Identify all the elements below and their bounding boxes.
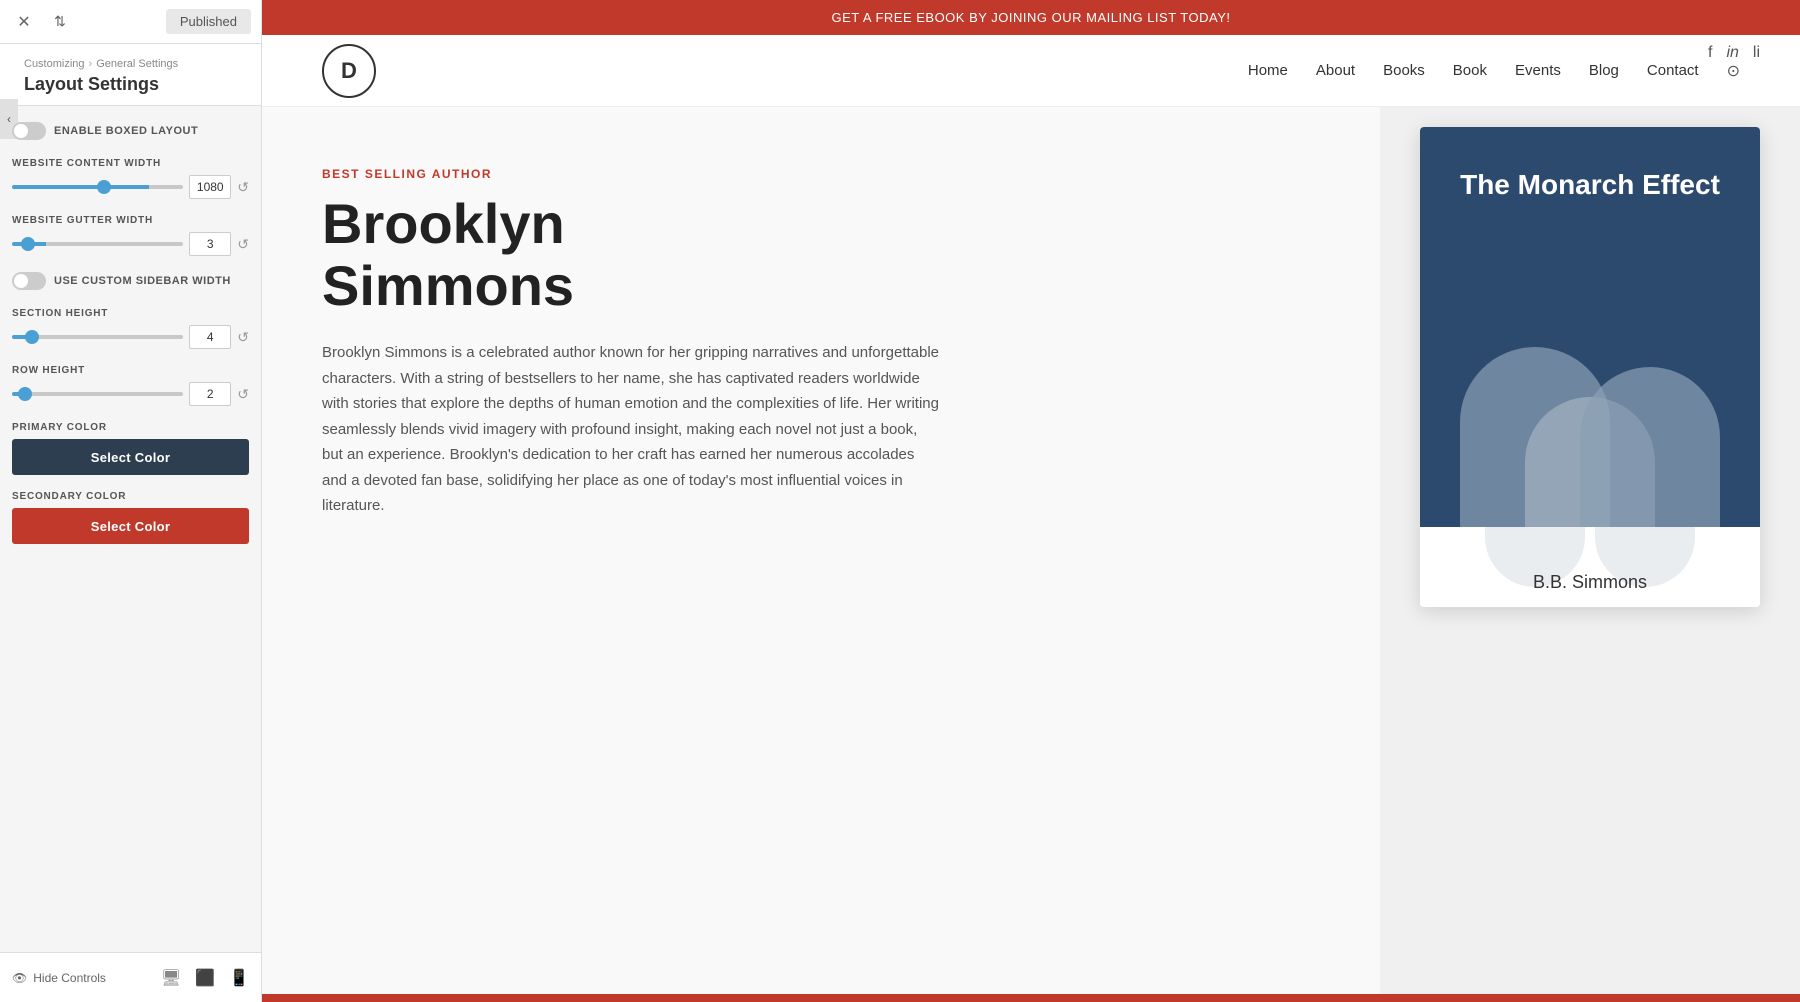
website-content-width-value: 1080 bbox=[189, 175, 231, 199]
hide-controls-button[interactable]: 👁 Hide Controls bbox=[12, 971, 106, 985]
bottom-icons: 🖥 ⬛ 📱 bbox=[161, 968, 249, 988]
site-logo: D bbox=[322, 44, 376, 98]
website-content-width-reset[interactable]: ↺ bbox=[237, 179, 249, 196]
section-height-label: SECTION HEIGHT bbox=[12, 308, 249, 319]
book-author-name: B.B. Simmons bbox=[1533, 572, 1647, 593]
section-height-row: 4 ↺ bbox=[12, 325, 249, 349]
enable-boxed-layout-row: ENABLE BOXED LAYOUT bbox=[12, 122, 249, 140]
row-height-value: 2 bbox=[189, 382, 231, 406]
section-height-value: 4 bbox=[189, 325, 231, 349]
breadcrumb-arrow: › bbox=[89, 58, 93, 70]
website-gutter-width-label: WEBSITE GUTTER WIDTH bbox=[12, 215, 249, 226]
nav-link-blog[interactable]: Blog bbox=[1589, 62, 1619, 79]
book-title: The Monarch Effect bbox=[1460, 167, 1720, 203]
close-button[interactable]: ✕ bbox=[10, 8, 38, 36]
breadcrumb-customizing[interactable]: Customizing bbox=[24, 58, 85, 70]
top-bar-left: ✕ ⇅ bbox=[10, 8, 74, 36]
facebook-icon[interactable]: f bbox=[1708, 44, 1712, 62]
book-bottom: B.B. Simmons bbox=[1420, 527, 1760, 607]
website-content-width-slider[interactable] bbox=[12, 185, 183, 189]
eye-icon: 👁 bbox=[12, 971, 27, 985]
nav-link-events[interactable]: Events bbox=[1515, 62, 1561, 79]
primary-color-section: PRIMARY COLOR Select Color bbox=[12, 422, 249, 475]
website-gutter-width-row: 3 ↺ bbox=[12, 232, 249, 256]
website-gutter-width-value: 3 bbox=[189, 232, 231, 256]
content-left: BEST SELLING AUTHOR BrooklynSimmons Broo… bbox=[262, 107, 1380, 994]
row-height-section: ROW HEIGHT 2 ↺ bbox=[12, 365, 249, 406]
nav-links: Home About Books Book Events Blog Contac… bbox=[1248, 61, 1740, 81]
instagram-icon[interactable]: in bbox=[1726, 44, 1738, 62]
nav-link-books[interactable]: Books bbox=[1383, 62, 1425, 79]
social-icons: f in li bbox=[1708, 44, 1760, 62]
panel-title: Layout Settings bbox=[24, 74, 247, 95]
row-height-row: 2 ↺ bbox=[12, 382, 249, 406]
website-content-width-section: WEBSITE CONTENT WIDTH 1080 ↺ bbox=[12, 158, 249, 199]
content-right: The Monarch Effect B.B. Simmons bbox=[1380, 107, 1800, 994]
row-height-slider[interactable] bbox=[12, 392, 183, 396]
top-bar: ✕ ⇅ Published bbox=[0, 0, 261, 44]
nav-link-book[interactable]: Book bbox=[1453, 62, 1487, 79]
book-card: The Monarch Effect B.B. Simmons bbox=[1420, 127, 1760, 607]
promo-banner: GET A FREE EBOOK BY JOINING OUR MAILING … bbox=[262, 0, 1800, 35]
section-height-slider[interactable] bbox=[12, 335, 183, 339]
row-height-label: ROW HEIGHT bbox=[12, 365, 249, 376]
nav-search-icon[interactable]: ⊙ bbox=[1727, 61, 1740, 81]
website-gutter-width-section: WEBSITE GUTTER WIDTH 3 ↺ bbox=[12, 215, 249, 256]
use-custom-sidebar-width-row: USE CUSTOM SIDEBAR WIDTH bbox=[12, 272, 249, 290]
bottom-bar: 👁 Hide Controls 🖥 ⬛ 📱 bbox=[0, 952, 261, 1002]
breadcrumb-section: ‹ Customizing › General Settings Layout … bbox=[0, 44, 261, 106]
author-bio: Brooklyn Simmons is a celebrated author … bbox=[322, 340, 942, 519]
secondary-color-button[interactable]: Select Color bbox=[12, 508, 249, 544]
author-name: BrooklynSimmons bbox=[322, 193, 1320, 316]
website-content-width-label: WEBSITE CONTENT WIDTH bbox=[12, 158, 249, 169]
book-cover: The Monarch Effect bbox=[1420, 127, 1760, 527]
use-custom-sidebar-width-toggle[interactable] bbox=[12, 272, 46, 290]
hide-controls-label: Hide Controls bbox=[33, 971, 106, 985]
main-content: BEST SELLING AUTHOR BrooklynSimmons Broo… bbox=[262, 107, 1800, 994]
secondary-color-label: SECONDARY COLOR bbox=[12, 491, 249, 502]
breadcrumb-general-settings[interactable]: General Settings bbox=[96, 58, 178, 70]
section-height-section: SECTION HEIGHT 4 ↺ bbox=[12, 308, 249, 349]
site-nav: D Home About Books Book Events Blog Cont… bbox=[262, 35, 1800, 107]
section-divider bbox=[262, 994, 1800, 1002]
preview-area: GET A FREE EBOOK BY JOINING OUR MAILING … bbox=[262, 0, 1800, 1002]
secondary-color-section: SECONDARY COLOR Select Color bbox=[12, 491, 249, 544]
website-preview: GET A FREE EBOOK BY JOINING OUR MAILING … bbox=[262, 0, 1800, 1002]
published-button[interactable]: Published bbox=[166, 9, 251, 34]
website-gutter-width-reset[interactable]: ↺ bbox=[237, 236, 249, 253]
nav-link-home[interactable]: Home bbox=[1248, 62, 1288, 79]
tablet-icon[interactable]: ⬛ bbox=[195, 968, 215, 988]
breadcrumb: Customizing › General Settings bbox=[24, 58, 247, 70]
nav-link-contact[interactable]: Contact bbox=[1647, 62, 1699, 79]
website-content-width-row: 1080 ↺ bbox=[12, 175, 249, 199]
enable-boxed-layout-toggle[interactable] bbox=[12, 122, 46, 140]
settings-area: ENABLE BOXED LAYOUT WEBSITE CONTENT WIDT… bbox=[0, 106, 261, 952]
best-selling-label: BEST SELLING AUTHOR bbox=[322, 167, 1320, 181]
desktop-icon[interactable]: 🖥 bbox=[161, 968, 181, 988]
section-height-reset[interactable]: ↺ bbox=[237, 329, 249, 346]
book-decorative-shapes bbox=[1440, 327, 1740, 527]
primary-color-label: PRIMARY COLOR bbox=[12, 422, 249, 433]
left-panel: ✕ ⇅ Published ‹ Customizing › General Se… bbox=[0, 0, 262, 1002]
nav-link-about[interactable]: About bbox=[1316, 62, 1355, 79]
primary-color-button[interactable]: Select Color bbox=[12, 439, 249, 475]
row-height-reset[interactable]: ↺ bbox=[237, 386, 249, 403]
shape-right bbox=[1580, 367, 1720, 527]
use-custom-sidebar-width-label: USE CUSTOM SIDEBAR WIDTH bbox=[54, 275, 231, 287]
mobile-icon[interactable]: 📱 bbox=[229, 968, 249, 988]
sort-button[interactable]: ⇅ bbox=[46, 8, 74, 36]
enable-boxed-layout-label: ENABLE BOXED LAYOUT bbox=[54, 125, 198, 137]
linkedin-icon[interactable]: li bbox=[1753, 44, 1760, 62]
website-gutter-width-slider[interactable] bbox=[12, 242, 183, 246]
